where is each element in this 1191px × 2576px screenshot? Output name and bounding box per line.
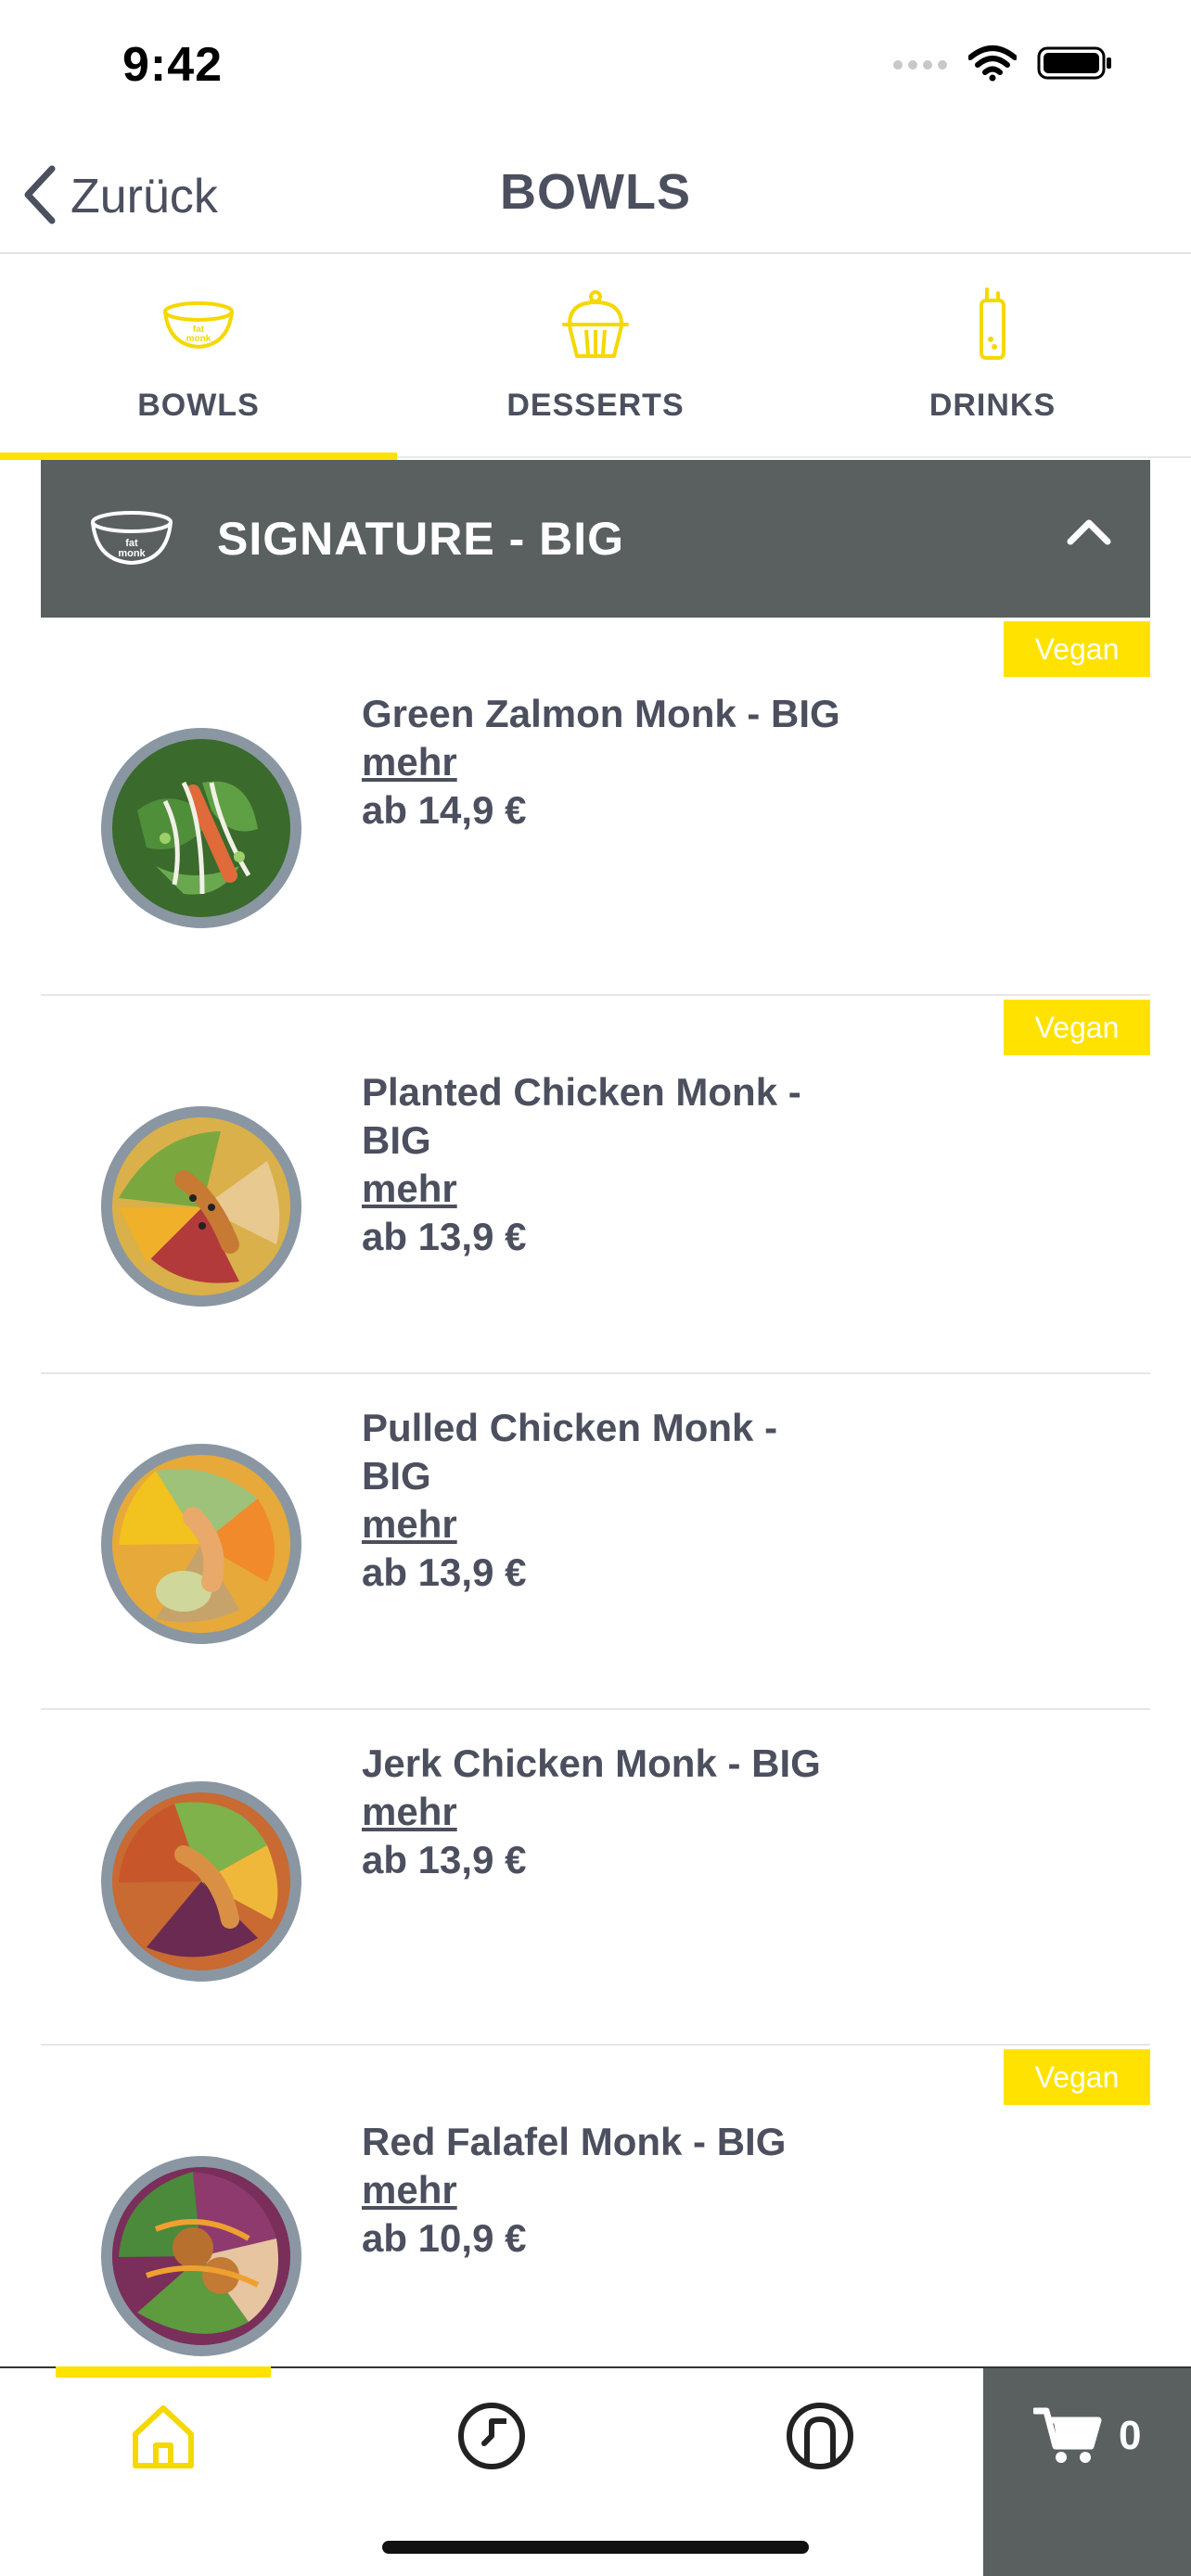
profile-icon [785, 2401, 855, 2476]
jerk-chicken-bowl-image [100, 1780, 302, 1983]
product-name: Green Zalmon Monk - BIG [362, 692, 840, 735]
more-link[interactable]: mehr [362, 738, 457, 786]
product-info: Green Zalmon Monk - BIG mehr ab 14,9 € [362, 690, 844, 835]
product-info: Pulled Chicken Monk - BIG mehr ab 13,9 € [362, 1404, 844, 1597]
cellular-signal-icon [892, 54, 948, 77]
tab-bowls[interactable]: fat monk BOWLS [0, 256, 397, 460]
home-indicator [382, 2541, 809, 2554]
cart-icon [1031, 2405, 1102, 2469]
tab-label: DESSERTS [506, 388, 685, 423]
wifi-icon [967, 45, 1018, 86]
product-list: Vegan Green Zalmon Monk - BIG mehr ab 14… [41, 618, 1150, 2424]
tab-label: BOWLS [137, 388, 260, 423]
history-icon [456, 2401, 527, 2476]
planted-chicken-bowl-image [100, 1105, 302, 1307]
section-header[interactable]: fat monk SIGNATURE - BIG [41, 460, 1150, 618]
page-title: BOWLS [500, 164, 691, 220]
vegan-badge: Vegan [1004, 621, 1150, 677]
tab-label: DRINKS [928, 388, 1057, 423]
vegan-badge: Vegan [1004, 1000, 1150, 1055]
cupcake-icon [560, 287, 631, 362]
more-link[interactable]: mehr [362, 1500, 457, 1549]
product-price: ab 13,9 € [362, 1215, 527, 1258]
status-icons [892, 45, 1113, 86]
tab-active-indicator [0, 453, 397, 460]
status-bar: 9:42 [0, 0, 1191, 130]
home-icon [130, 2403, 197, 2474]
product-name: Pulled Chicken Monk - BIG [362, 1406, 778, 1498]
more-link[interactable]: mehr [362, 1788, 457, 1836]
product-name: Jerk Chicken Monk - BIG [362, 1741, 821, 1785]
vegan-badge: Vegan [1004, 2049, 1150, 2105]
red-falafel-bowl-image [100, 2155, 302, 2357]
bottom-tab-history[interactable] [380, 2368, 603, 2507]
more-link[interactable]: mehr [362, 2166, 457, 2214]
svg-text:monk: monk [186, 334, 211, 344]
product-price: ab 14,9 € [362, 788, 527, 832]
green-bowl-image [100, 727, 302, 929]
svg-text:monk: monk [118, 548, 146, 559]
product-price: ab 10,9 € [362, 2216, 527, 2260]
tab-desserts[interactable]: DESSERTS [397, 256, 794, 456]
list-item[interactable]: Vegan Planted Chicken Monk - BIG mehr ab… [41, 996, 1150, 1374]
chevron-up-icon[interactable] [1067, 517, 1111, 550]
pulled-chicken-bowl-image [100, 1443, 302, 1645]
more-link[interactable]: mehr [362, 1165, 457, 1213]
navigation-bar: Zurück BOWLS [0, 139, 1191, 254]
product-info: Planted Chicken Monk - BIG mehr ab 13,9 … [362, 1068, 844, 1261]
tab-drinks[interactable]: DRINKS [794, 256, 1191, 456]
product-price: ab 13,9 € [362, 1550, 527, 1594]
screen: 9:42 Zurück BOWLS fat monk BOWLS DESSERT… [0, 0, 1191, 2576]
category-tabs: fat monk BOWLS DESSERTS DRINKS [0, 256, 1191, 460]
battery-icon [1037, 45, 1113, 86]
product-name: Red Falafel Monk - BIG [362, 2120, 787, 2163]
product-price: ab 13,9 € [362, 1838, 527, 1881]
bottom-tab-home[interactable] [52, 2368, 275, 2507]
list-item[interactable]: Pulled Chicken Monk - BIG mehr ab 13,9 € [41, 1374, 1150, 1710]
cart-count: 0 [1119, 2413, 1142, 2458]
product-name: Planted Chicken Monk - BIG [362, 1070, 801, 1162]
bowl-icon: fat monk [89, 509, 174, 569]
product-info: Jerk Chicken Monk - BIG mehr ab 13,9 € [362, 1740, 844, 1884]
bottom-tab-profile[interactable] [709, 2368, 931, 2507]
cart-button[interactable]: 0 [983, 2368, 1191, 2576]
bottle-icon [974, 287, 1011, 362]
list-item[interactable]: Vegan Green Zalmon Monk - BIG mehr ab 14… [41, 618, 1150, 996]
section-title: SIGNATURE - BIG [217, 513, 625, 565]
status-time: 9:42 [122, 38, 224, 92]
bowl-icon: fat monk [161, 287, 236, 362]
product-info: Red Falafel Monk - BIG mehr ab 10,9 € [362, 2118, 844, 2263]
list-item[interactable]: Jerk Chicken Monk - BIG mehr ab 13,9 € [41, 1710, 1150, 2046]
